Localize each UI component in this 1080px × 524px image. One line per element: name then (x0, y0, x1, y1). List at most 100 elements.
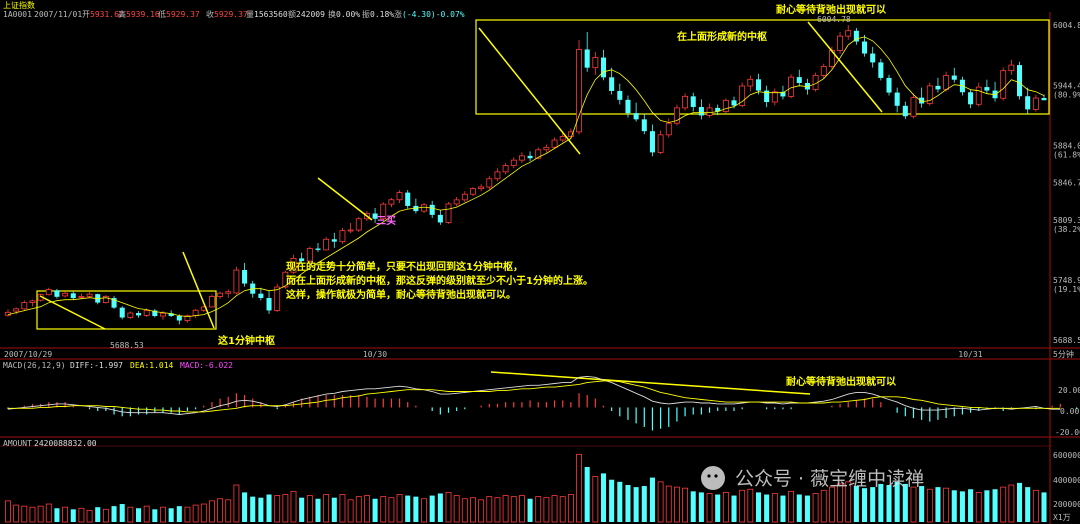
price-tick-label: 5846.7 (1053, 179, 1080, 188)
arrow-down-2 (478, 27, 581, 155)
candle-body (176, 316, 182, 321)
third-buy-label: 三买 (376, 215, 396, 227)
candle-body (315, 248, 321, 250)
volume-bar (543, 497, 550, 523)
volume-bar (102, 508, 109, 523)
high-value: 5939.16 (126, 10, 160, 19)
candle-body (274, 286, 281, 311)
volume-bar (1025, 487, 1031, 522)
vol-unit: X1万 (1053, 513, 1071, 522)
candle-body (70, 293, 76, 299)
candle-body (86, 293, 93, 297)
volume-bar (559, 496, 566, 523)
candle-body (755, 79, 762, 91)
candle-body (633, 113, 639, 120)
volume-bar (886, 485, 892, 522)
volume-bar (225, 499, 232, 523)
wechat-icon (701, 466, 725, 490)
quote-date: 2007/11/01 (34, 10, 82, 19)
pivot-box-1min (36, 290, 217, 330)
volume-bar (282, 494, 289, 523)
volume-bar (926, 488, 933, 523)
volume-bar (788, 490, 795, 523)
price-tick-label: 5748.9 (1053, 276, 1080, 285)
volume-bar (355, 496, 362, 523)
volume-bar (551, 495, 558, 523)
volume-bar (437, 493, 443, 522)
amount-total: 2420088832.00 (34, 439, 97, 448)
candle-body (682, 95, 688, 109)
volume-bar (396, 494, 403, 523)
candle-body (242, 270, 248, 284)
volume-bar (176, 506, 182, 522)
candle-body (339, 230, 346, 243)
volume-bar (870, 487, 876, 522)
volume-bar (641, 486, 647, 522)
volume-label: 量 (246, 10, 254, 19)
vol-tick-400000: 400000 (1053, 476, 1080, 485)
volume-bar (715, 494, 721, 522)
volume-bar (804, 495, 810, 522)
volume-bar (780, 495, 786, 522)
candle-body (331, 239, 337, 242)
candle-body (306, 248, 313, 262)
candle-body (209, 296, 215, 308)
candle-body (494, 171, 501, 180)
macd-axis: 20.00 0.00 -20.00 (1055, 386, 1080, 437)
candle-body (437, 214, 443, 223)
volume-bar (649, 477, 655, 522)
volume-bar (152, 509, 158, 522)
low-label: 低 (158, 9, 166, 19)
candle-body (135, 313, 142, 316)
volume-bar (862, 488, 868, 522)
price-tick-pct: (38.2%) (1053, 225, 1080, 234)
volume-bar (796, 494, 802, 522)
amount-name: AMOUNT (3, 439, 32, 448)
macd-value: MACD:-6.022 (180, 361, 233, 370)
volume-bar (478, 499, 485, 523)
candle-body (984, 87, 990, 91)
volume-bar (217, 498, 224, 523)
volume-bar (919, 486, 925, 522)
watermark-text: 公众号 · 薇宝缠中读禅 (735, 468, 924, 490)
commentary-line-2: 而在上面形成新的中枢，那这反弹的级别就至少不小于1分钟的上涨。 (286, 274, 593, 287)
candle-body (21, 302, 28, 310)
time-tick-label: 2007/10/29 (4, 350, 52, 359)
candle-body (470, 188, 476, 195)
candle-body (559, 136, 566, 141)
vol-tick-600000: 600000 (1053, 451, 1080, 460)
candle-body (54, 290, 60, 297)
candle-body (731, 100, 737, 106)
volume-bar (984, 490, 990, 522)
volume-bar (992, 489, 998, 522)
candle-body (29, 300, 36, 303)
volume-bar (13, 504, 20, 523)
volume-bar (331, 497, 337, 522)
volume-bar (935, 487, 941, 522)
volume-bar (315, 498, 321, 522)
price-tick-pct: (19.1%) (1053, 285, 1080, 294)
volume-axis: 600000 400000 200000 X1万 (1053, 451, 1080, 522)
volume-bar (62, 506, 69, 523)
low-value: 5929.37 (166, 10, 200, 19)
volume-bar (755, 492, 762, 522)
candle-body (266, 297, 272, 311)
arrow-buy3 (317, 177, 373, 221)
time-tick-label: 10/31 (958, 350, 982, 359)
time-tick-label: 10/30 (363, 350, 387, 359)
volume-bar (445, 491, 452, 523)
time-axis: 2007/10/2910/3010/3111/01 (4, 350, 983, 359)
candle-body (355, 218, 362, 231)
candle-body (502, 165, 509, 173)
volume-bar (617, 481, 623, 522)
volume-bar (209, 500, 215, 523)
candle-body (396, 192, 403, 201)
volume-bar (29, 506, 36, 523)
volume-bar (764, 494, 770, 522)
candle-body (820, 66, 827, 76)
vol-tick-200000: 200000 (1053, 500, 1080, 509)
volume-bar (951, 490, 957, 522)
volume-bar (706, 493, 713, 523)
volume-bar (200, 503, 207, 523)
commentary: 现在的走势十分简单，只要不出现回到这1分钟中枢， 而在上面形成新的中枢，那这反弹… (286, 260, 593, 301)
